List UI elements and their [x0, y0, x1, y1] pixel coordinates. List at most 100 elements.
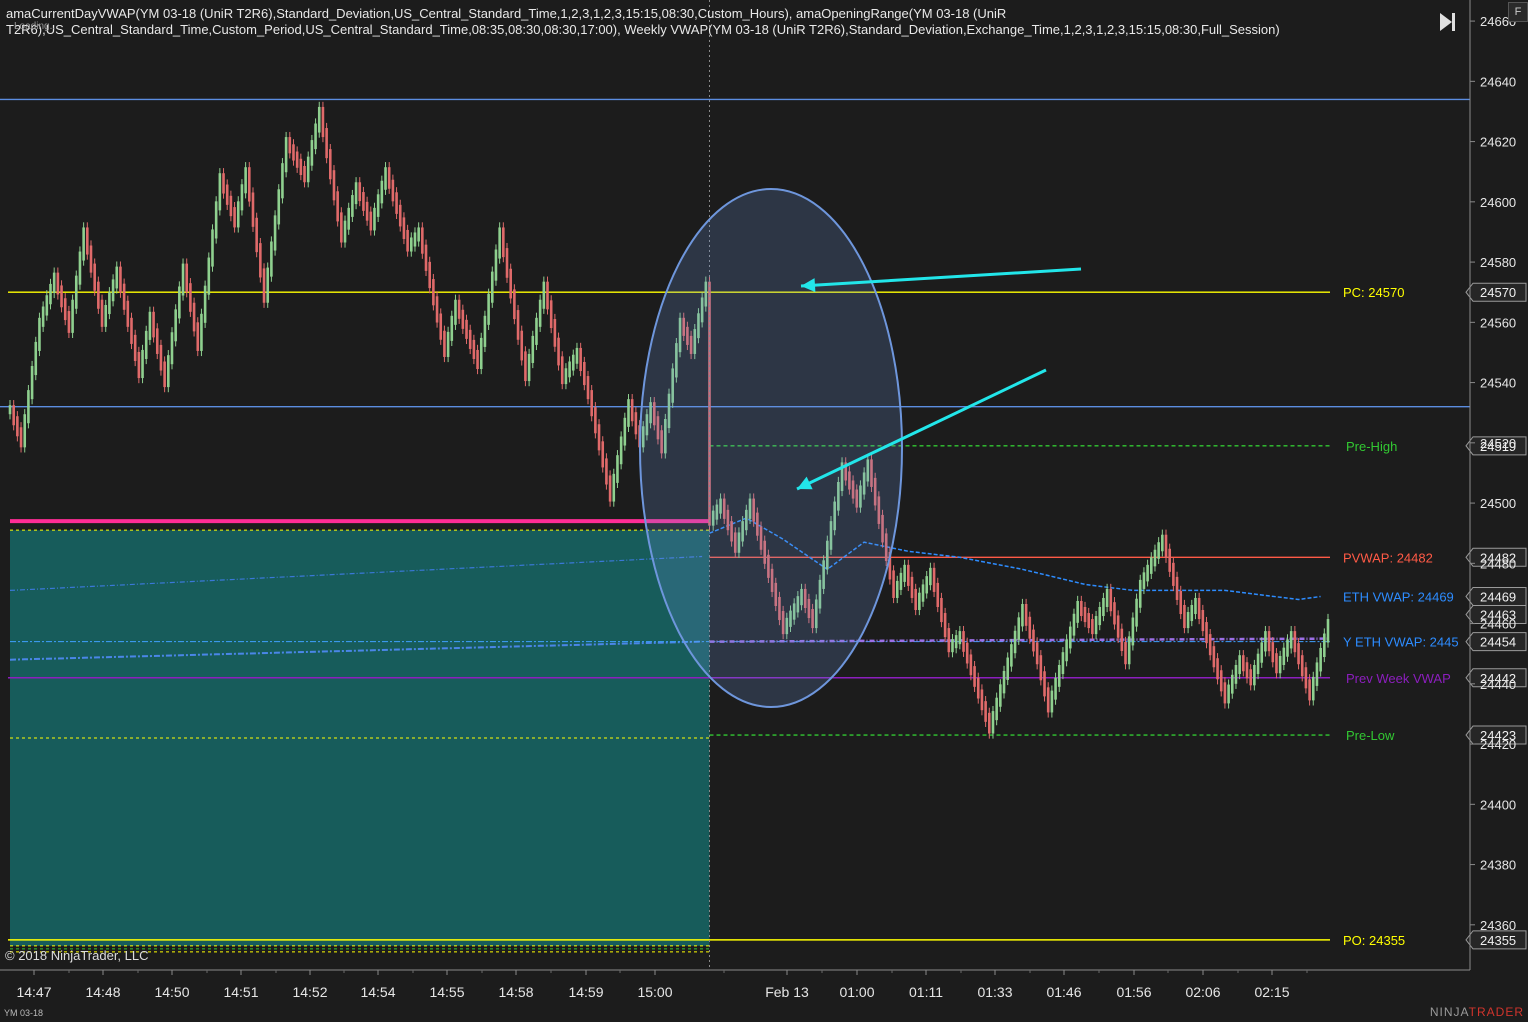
price-bar	[987, 712, 991, 734]
price-bar	[932, 567, 936, 592]
price-bar	[1323, 633, 1326, 658]
price-bar	[1113, 602, 1116, 625]
price-bar	[332, 170, 336, 201]
price-bar	[586, 376, 590, 400]
price-bar	[240, 184, 244, 211]
price-bar	[1253, 664, 1256, 686]
price-bar	[321, 106, 325, 138]
price-bar	[443, 330, 446, 357]
price-bar	[255, 217, 258, 253]
price-bar	[130, 317, 133, 344]
price-bar	[1116, 615, 1120, 638]
price-bar	[303, 165, 306, 183]
price-bar	[347, 207, 351, 230]
price-bar	[1256, 653, 1260, 675]
x-tick-label: 01:56	[1116, 984, 1151, 1000]
price-bar	[1234, 664, 1238, 684]
price-bar	[376, 194, 380, 217]
price-bar	[490, 271, 494, 303]
price-bar	[1205, 622, 1208, 644]
price-bar	[398, 204, 402, 227]
price-bar	[1024, 603, 1028, 626]
price-bar	[531, 335, 535, 363]
price-bar	[892, 570, 895, 598]
price-bar	[218, 173, 222, 211]
price-bar	[373, 207, 376, 231]
price-bar	[465, 319, 468, 339]
price-bar	[575, 347, 579, 364]
price-bar	[627, 399, 630, 427]
brand-accent: TRADER	[1468, 1005, 1524, 1019]
price-bar	[962, 631, 965, 652]
price-bar	[903, 564, 906, 582]
price-bar	[579, 347, 582, 372]
price-bar	[461, 309, 465, 329]
price-bar	[1308, 679, 1311, 701]
x-tick-label: 14:54	[360, 984, 395, 1000]
x-tick-label: 14:51	[223, 984, 258, 1000]
price-bar	[1319, 647, 1322, 672]
price-bar	[435, 296, 439, 323]
price-bar	[428, 261, 431, 289]
po-price-tag: 24355	[1465, 930, 1527, 950]
x-tick-label: Feb 13	[765, 984, 809, 1000]
price-bar	[122, 283, 126, 310]
price-bar	[472, 339, 476, 359]
price-bar	[222, 173, 225, 194]
price-bar	[63, 298, 67, 321]
price-bar	[623, 417, 627, 446]
price-bar	[262, 268, 266, 303]
x-tick-label: 14:59	[568, 984, 603, 1000]
price-bar	[1124, 641, 1127, 665]
price-bar	[1072, 613, 1076, 636]
price-bar	[601, 441, 605, 468]
x-tick-label: 14:47	[16, 984, 51, 1000]
price-bar	[991, 711, 995, 734]
price-bar	[483, 315, 487, 347]
y-eth-vwap-price-tag: 24454	[1465, 632, 1527, 652]
price-bar	[60, 285, 63, 308]
price-bar	[270, 241, 273, 277]
x-tick-label: 01:33	[977, 984, 1012, 1000]
price-bar	[325, 128, 328, 159]
price-bar	[1230, 674, 1234, 694]
price-bar	[1219, 670, 1223, 692]
price-bar	[148, 311, 152, 340]
price-bar	[369, 211, 373, 231]
price-bar	[189, 283, 192, 312]
price-bar	[1175, 576, 1179, 600]
y-tick-label: 24520	[1480, 436, 1516, 451]
price-bar	[233, 207, 236, 228]
price-bar	[1245, 662, 1249, 679]
price-chart[interactable]: PC: 24570 Pre-High PVWAP: 24482 ETH VWAP: 2…	[0, 0, 1528, 1022]
price-bar	[1208, 634, 1212, 656]
x-tick-label: 15:00	[637, 984, 672, 1000]
price-bar	[97, 281, 100, 309]
price-bar	[1105, 588, 1109, 608]
price-bar	[1249, 669, 1252, 686]
price-bar	[432, 279, 435, 306]
price-bar	[1094, 616, 1098, 635]
price-bar	[1172, 562, 1175, 586]
skip-to-end-icon[interactable]	[1438, 10, 1458, 34]
price-bar	[1183, 604, 1186, 629]
price-bar	[524, 351, 527, 382]
price-bar	[1109, 588, 1113, 612]
price-bar	[16, 416, 19, 437]
chart-corner-button[interactable]: F	[1508, 2, 1528, 22]
po-tag-text: 24355	[1480, 933, 1516, 948]
price-bar	[310, 140, 314, 166]
price-bar	[1168, 548, 1171, 572]
price-bar	[1032, 629, 1035, 652]
price-bar	[1186, 612, 1190, 629]
price-bar	[288, 137, 292, 154]
price-bar	[1035, 642, 1039, 665]
price-bar	[571, 354, 575, 371]
price-bar	[980, 689, 984, 711]
ninjatrader-logo: NINJATRADER	[1430, 1005, 1524, 1019]
y-tick-label: 24500	[1480, 496, 1516, 511]
y-eth-vwap-label: Y ETH VWAP: 2445	[1343, 635, 1459, 650]
price-bar	[163, 361, 166, 388]
eth-vwap-tag-text: 24469	[1480, 589, 1516, 604]
price-bar	[597, 424, 601, 451]
